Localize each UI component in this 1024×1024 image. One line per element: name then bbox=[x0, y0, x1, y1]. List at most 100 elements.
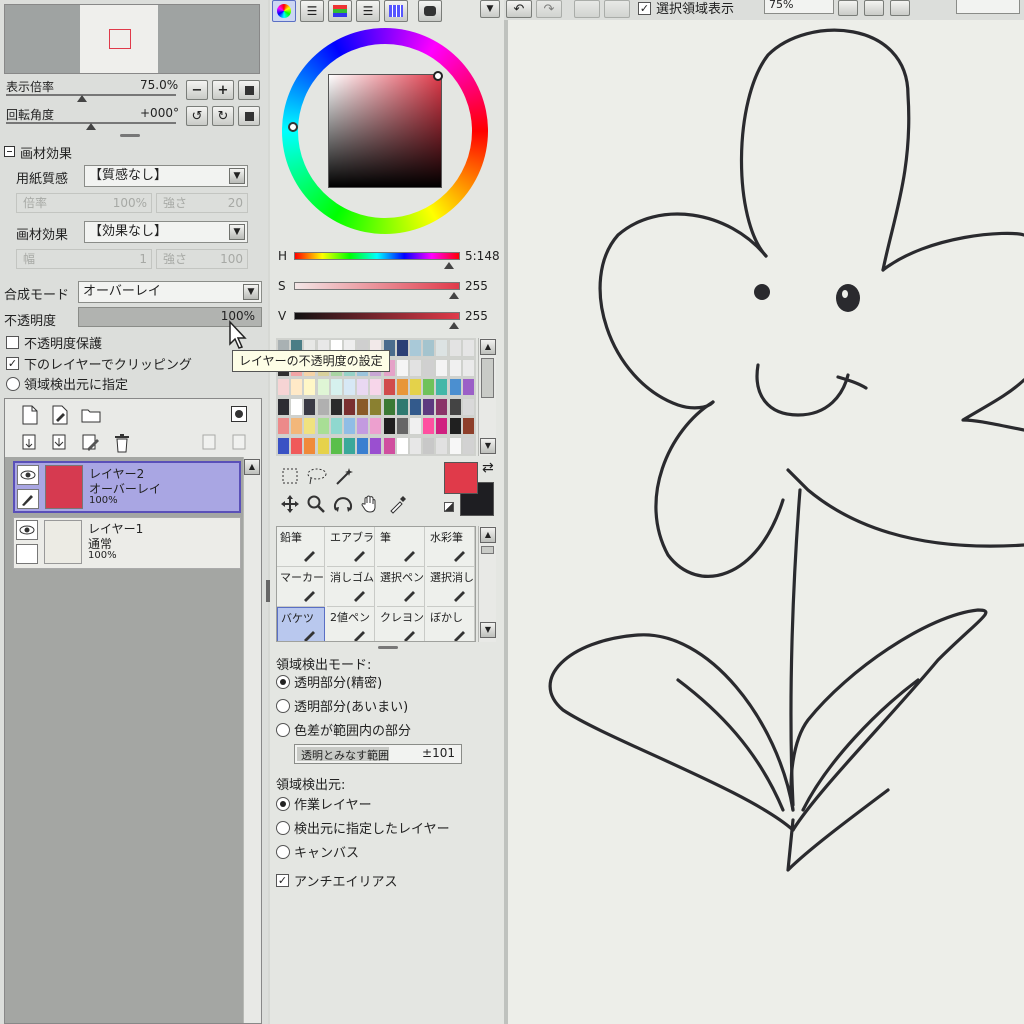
clipping-checkbox[interactable]: ✓ bbox=[6, 357, 19, 370]
range-field[interactable]: 透明とみなす範囲 ±101 bbox=[294, 744, 462, 764]
layer-lock-indicator[interactable] bbox=[16, 544, 38, 564]
panel-splitter[interactable] bbox=[120, 134, 140, 137]
scroll-thumb[interactable] bbox=[481, 546, 494, 554]
color-swatch[interactable] bbox=[395, 378, 409, 396]
zoom-icon[interactable] bbox=[306, 494, 326, 514]
layer-scrollbar[interactable]: ▲ bbox=[243, 457, 261, 1023]
color-swatch[interactable] bbox=[382, 397, 396, 416]
effect-strength-field[interactable]: 強さ 100 bbox=[156, 249, 248, 269]
color-swatch[interactable] bbox=[461, 417, 475, 435]
swap-colors-icon[interactable]: ⇄ bbox=[482, 460, 494, 476]
color-swatch[interactable] bbox=[461, 397, 475, 416]
color-swatch[interactable] bbox=[382, 378, 396, 396]
undo-button[interactable]: ↶ bbox=[506, 0, 532, 18]
color-swatch[interactable] bbox=[277, 417, 290, 435]
tool-item[interactable]: エアブラシ bbox=[327, 527, 375, 567]
antialias-checkbox[interactable]: ✓ bbox=[276, 874, 289, 887]
color-swatch[interactable] bbox=[422, 339, 436, 357]
scratchpad-tab[interactable] bbox=[418, 0, 442, 22]
color-swatch[interactable] bbox=[422, 397, 436, 416]
color-swatch[interactable] bbox=[343, 417, 356, 435]
scroll-down-icon[interactable]: ▼ bbox=[480, 622, 496, 638]
mixer-tab[interactable]: ☰ bbox=[356, 0, 380, 22]
color-swatch[interactable] bbox=[422, 436, 436, 455]
effect-dropdown[interactable]: 【効果なし】 ▼ bbox=[84, 221, 248, 243]
color-swatch[interactable] bbox=[356, 417, 370, 435]
color-swatch[interactable] bbox=[461, 436, 475, 455]
color-swatch[interactable] bbox=[356, 397, 370, 416]
zoom-dropdown[interactable]: 75% bbox=[764, 0, 834, 14]
color-swatch[interactable] bbox=[435, 417, 449, 435]
source-options-radio[interactable] bbox=[276, 797, 290, 811]
rotate-icon[interactable] bbox=[332, 494, 354, 514]
rotation-reset-button[interactable] bbox=[238, 106, 260, 126]
color-swatch[interactable] bbox=[316, 417, 330, 435]
tool-item[interactable]: 2値ペン bbox=[327, 607, 375, 641]
tool-item[interactable]: 筆 bbox=[377, 527, 425, 567]
color-swatch[interactable] bbox=[409, 358, 422, 377]
zoom-reset-button[interactable] bbox=[238, 80, 260, 100]
invert-selection-button[interactable] bbox=[604, 0, 630, 18]
color-swatch[interactable] bbox=[277, 436, 290, 455]
chevron-down-icon[interactable]: ▼ bbox=[229, 224, 245, 240]
color-swatch[interactable] bbox=[409, 436, 422, 455]
color-swatch[interactable] bbox=[303, 397, 317, 416]
v-slider[interactable] bbox=[294, 312, 460, 320]
zoom-slider[interactable] bbox=[6, 94, 176, 96]
layer-row-2[interactable]: レイヤー2 オーバーレイ 100% bbox=[13, 461, 241, 513]
rotate-left-button[interactable]: ↺ bbox=[186, 106, 208, 126]
paper-strength-field[interactable]: 強さ 20 bbox=[156, 193, 248, 213]
tool-item[interactable]: 選択ペン bbox=[377, 567, 425, 607]
color-swatch[interactable] bbox=[343, 397, 356, 416]
h-slider-handle[interactable] bbox=[444, 262, 455, 269]
color-swatch[interactable] bbox=[395, 417, 409, 435]
zoom-in-button[interactable]: + bbox=[212, 80, 234, 100]
hsv-slider-tab[interactable] bbox=[328, 0, 352, 22]
deselect-button[interactable] bbox=[574, 0, 600, 18]
redo-button[interactable]: ↷ bbox=[536, 0, 562, 18]
drawing-canvas[interactable] bbox=[508, 20, 1024, 1024]
color-swatch[interactable] bbox=[277, 378, 290, 396]
color-swatch[interactable] bbox=[303, 417, 317, 435]
color-swatch[interactable] bbox=[409, 339, 422, 357]
lasso-icon[interactable] bbox=[306, 466, 328, 486]
color-swatch[interactable] bbox=[422, 417, 436, 435]
color-swatch[interactable] bbox=[369, 436, 383, 455]
color-swatch[interactable] bbox=[290, 378, 304, 396]
tool-item[interactable]: マーカー bbox=[277, 567, 325, 607]
swatch-scrollbar[interactable]: ▲ ▼ bbox=[478, 338, 496, 456]
color-swatch[interactable] bbox=[303, 378, 317, 396]
color-swatch[interactable] bbox=[461, 378, 475, 396]
panel-splitter[interactable] bbox=[378, 646, 398, 649]
color-swatch[interactable] bbox=[395, 397, 409, 416]
merge-down-icon[interactable] bbox=[51, 433, 69, 453]
color-wheel-tab[interactable] bbox=[272, 0, 296, 22]
color-swatch[interactable] bbox=[435, 397, 449, 416]
color-swatch[interactable] bbox=[369, 378, 383, 396]
color-swatch[interactable] bbox=[448, 436, 462, 455]
rotation-dropdown[interactable] bbox=[956, 0, 1020, 14]
selection-source-radio[interactable] bbox=[6, 377, 20, 391]
layer-brush-indicator[interactable] bbox=[17, 489, 39, 509]
rotate-right-button[interactable]: ↻ bbox=[212, 106, 234, 126]
h-slider[interactable] bbox=[294, 252, 460, 260]
trash-icon[interactable] bbox=[113, 433, 131, 453]
tool-item[interactable]: 選択消し bbox=[427, 567, 475, 607]
scroll-up-icon[interactable]: ▲ bbox=[480, 527, 496, 543]
color-swatch[interactable] bbox=[303, 436, 317, 455]
view-button-2[interactable] bbox=[864, 0, 884, 16]
tool-item[interactable]: クレヨン bbox=[377, 607, 425, 641]
layer-row-1[interactable]: レイヤー1 通常 100% bbox=[13, 517, 241, 569]
color-swatch[interactable] bbox=[448, 378, 462, 396]
scroll-thumb[interactable] bbox=[481, 358, 494, 398]
color-swatch[interactable] bbox=[395, 358, 409, 377]
mode-options-radio[interactable] bbox=[276, 723, 290, 737]
new-layer-icon[interactable] bbox=[21, 405, 39, 425]
transfer-down-icon[interactable] bbox=[21, 433, 39, 453]
color-swatch[interactable] bbox=[382, 436, 396, 455]
layer-visibility-toggle[interactable] bbox=[16, 520, 38, 540]
color-swatch[interactable] bbox=[422, 358, 436, 377]
paper-texture-dropdown[interactable]: 【質感なし】 ▼ bbox=[84, 165, 248, 187]
tool-item[interactable]: 消しゴム bbox=[327, 567, 375, 607]
sv-square[interactable] bbox=[328, 74, 442, 188]
